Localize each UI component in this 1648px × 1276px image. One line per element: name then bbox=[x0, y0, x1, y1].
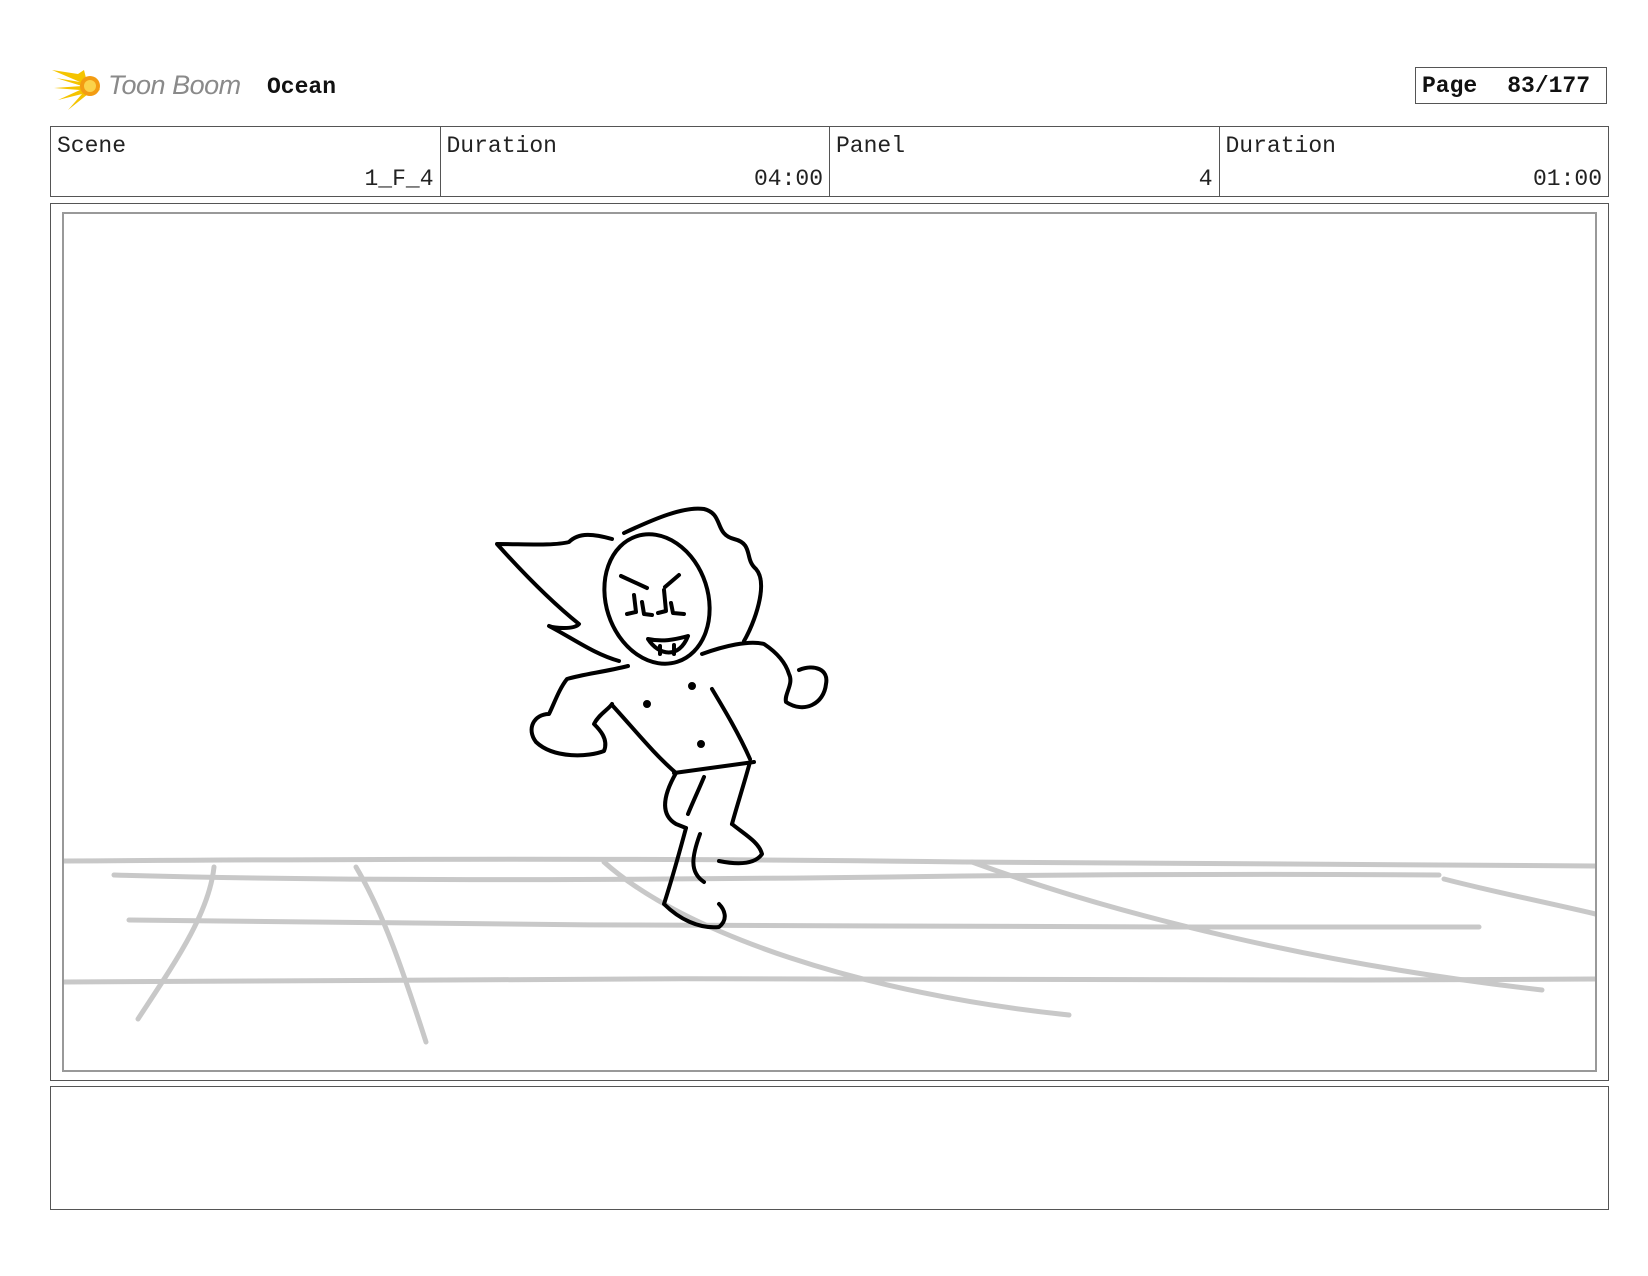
panel-duration-label: Duration bbox=[1225, 133, 1336, 159]
page-header: Toon Boom Ocean bbox=[50, 56, 1610, 116]
page-indicator: Page 83/177 bbox=[1415, 67, 1607, 104]
scene-cell: Scene 1_F_4 bbox=[51, 127, 441, 196]
storyboard-panel-image bbox=[62, 212, 1597, 1072]
brand-text: Toon Boom bbox=[108, 70, 241, 100]
character-sketch bbox=[495, 506, 829, 930]
panel-label: Panel bbox=[836, 133, 906, 159]
scene-duration-cell: Duration 04:00 bbox=[441, 127, 830, 196]
scene-duration-label: Duration bbox=[446, 133, 557, 159]
panel-sketch bbox=[64, 506, 1595, 1045]
page-number: 83/177 bbox=[1507, 72, 1591, 99]
project-title: Ocean bbox=[267, 74, 337, 100]
panel-value: 4 bbox=[1198, 166, 1213, 192]
scene-duration-value: 04:00 bbox=[753, 166, 823, 192]
scene-info-table: Scene 1_F_4 Duration 04:00 Panel 4 Durat… bbox=[50, 126, 1609, 197]
panel-duration-cell: Duration 01:00 bbox=[1220, 127, 1609, 196]
scene-value: 1_F_4 bbox=[364, 166, 434, 192]
floor-grid-lines bbox=[64, 856, 1595, 1045]
panel-duration-value: 01:00 bbox=[1532, 166, 1602, 192]
page-label: Page bbox=[1422, 72, 1478, 99]
toon-boom-logo-icon bbox=[52, 70, 100, 110]
storyboard-panel-frame bbox=[50, 203, 1609, 1081]
panel-notes-box bbox=[50, 1086, 1609, 1210]
scene-label: Scene bbox=[57, 133, 127, 159]
panel-cell: Panel 4 bbox=[830, 127, 1220, 196]
